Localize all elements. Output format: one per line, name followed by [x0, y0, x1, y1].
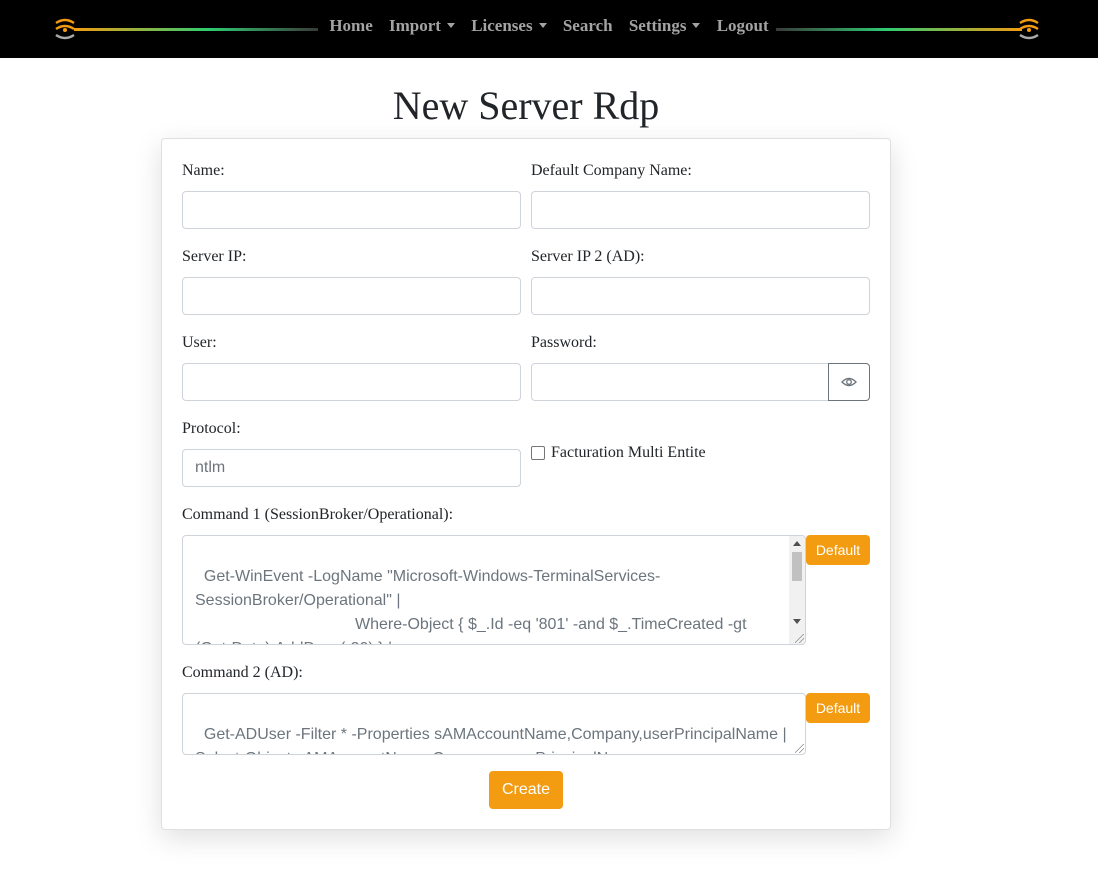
default-company-input[interactable] [531, 191, 870, 229]
default-company-label: Default Company Name: [531, 162, 692, 179]
nav-item-label: Home [329, 16, 373, 35]
caret-down-icon [692, 23, 701, 28]
command1-text: Get-WinEvent -LogName "Microsoft-Windows… [195, 568, 747, 644]
nav-item-label: Licenses [471, 16, 533, 35]
name-input[interactable] [182, 191, 521, 229]
password-input[interactable] [531, 363, 829, 401]
nav-item-label: Logout [716, 16, 769, 35]
multi-entite-checkbox[interactable] [531, 446, 545, 460]
nav-item-settings[interactable]: Settings [629, 16, 701, 36]
resize-grip-icon[interactable] [795, 634, 804, 643]
scroll-up-arrow-icon[interactable] [793, 541, 801, 546]
scroll-thumb[interactable] [792, 552, 802, 581]
command2-default-button[interactable]: Default [806, 693, 870, 723]
user-input[interactable] [182, 363, 521, 401]
command2-label: Command 2 (AD): [182, 664, 303, 681]
server-ip-input[interactable] [182, 277, 521, 315]
nav-item-label: Import [389, 16, 441, 35]
command2-text: Get-ADUser -Filter * -Properties sAMAcco… [195, 726, 787, 754]
command2-textarea[interactable]: Get-ADUser -Filter * -Properties sAMAcco… [182, 693, 806, 755]
top-navbar: Home Import Licenses Search Settings Log… [0, 0, 1098, 58]
caret-down-icon [538, 23, 547, 28]
nav-item-home[interactable]: Home [329, 16, 372, 36]
name-label: Name: [182, 162, 225, 179]
nav-item-import[interactable]: Import [389, 16, 455, 36]
command1-label: Command 1 (SessionBroker/Operational): [182, 506, 454, 523]
protocol-label: Protocol: [182, 420, 241, 437]
password-label: Password: [531, 334, 597, 351]
multi-entite-label: Facturation Multi Entite [551, 444, 706, 461]
nav-item-label: Search [562, 16, 613, 35]
resize-grip-icon[interactable] [795, 744, 804, 753]
nav-item-logout[interactable]: Logout [717, 16, 769, 36]
toggle-password-button[interactable] [828, 363, 870, 401]
server-ip-label: Server IP: [182, 248, 247, 265]
server-ip2-input[interactable] [531, 277, 870, 315]
protocol-input[interactable] [182, 449, 521, 487]
server-ip2-label: Server IP 2 (AD): [531, 248, 645, 265]
create-button[interactable]: Create [489, 771, 563, 809]
nav-item-label: Settings [628, 16, 687, 35]
scroll-down-arrow-icon[interactable] [793, 619, 801, 624]
nav-menu: Home Import Licenses Search Settings Log… [0, 16, 1098, 36]
user-label: User: [182, 334, 217, 351]
page-title: New Server Rdp [392, 83, 660, 128]
command1-default-button[interactable]: Default [806, 535, 870, 565]
nav-item-search[interactable]: Search [563, 16, 613, 36]
eye-icon [841, 377, 857, 387]
nav-item-licenses[interactable]: Licenses [471, 16, 547, 36]
caret-down-icon [446, 23, 455, 28]
command1-scrollbar[interactable] [789, 536, 805, 644]
command1-textarea[interactable]: Get-WinEvent -LogName "Microsoft-Windows… [182, 535, 806, 645]
